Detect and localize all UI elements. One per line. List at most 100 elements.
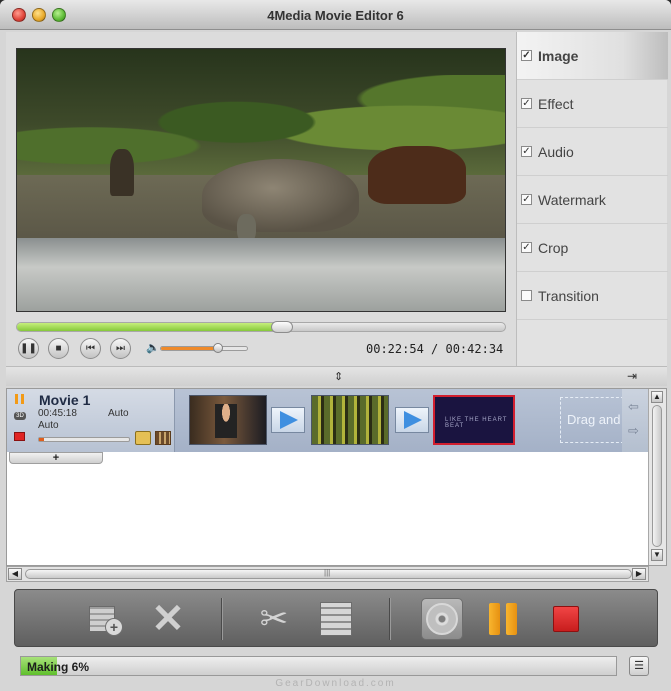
tab-transition-checkbox[interactable] [521,290,532,301]
clip-thumbnail[interactable] [189,395,267,445]
next-frame-button[interactable]: ⏭ [110,338,131,359]
scroll-down-arrow[interactable]: ▼ [651,549,663,561]
movie-timeline: 3D Movie 1 00:45:18 Auto Auto + LIKE THE… [6,388,667,566]
tab-label: Transition [538,287,599,304]
transition-arrow-icon[interactable] [271,407,305,433]
clip-strip: LIKE THE HEART BEAT Drag and [175,389,624,452]
horizontal-scrollbar[interactable]: ◀ ||| ▶ [6,566,649,582]
previous-icon: ⏮ [86,343,95,354]
status-text: Making 6% [27,660,90,674]
playback-progress-slider[interactable] [16,321,506,333]
film-reel-icon [426,603,458,635]
scroll-grip-icon: ||| [324,568,331,577]
drag-drop-zone[interactable]: Drag and [560,397,624,443]
next-icon: ⏭ [116,343,125,354]
volume-icon[interactable]: 🔈 [146,341,160,355]
add-movie-button[interactable]: + [9,452,103,464]
video-frame-rock [202,159,359,233]
settings-tab-panel: ✓ Image ✓ Effect ✓ Audio ✓ Watermark ✓ C… [516,32,668,366]
movie-stop-icon[interactable] [14,432,25,441]
transition-arrow-icon[interactable] [395,407,429,433]
vertical-scrollbar[interactable]: ▲ ▼ [648,389,666,565]
tab-image[interactable]: ✓ Image [517,32,668,80]
arrow-right-icon[interactable]: ⇨ [628,423,639,439]
vertical-scroll-thumb[interactable] [652,405,662,547]
movie-progress-fill [39,438,44,441]
video-frame-person [109,148,135,196]
movie-progress-bar [38,437,130,442]
panel-splitter[interactable]: ⇕ ⇥ [6,366,667,386]
preview-panel: ❚❚ ■ ⏮ ⏭ 🔈 00:22:54 / 00:42:34 [6,32,516,366]
previous-frame-button[interactable]: ⏮ [80,338,101,359]
pause-button[interactable]: ❚❚ [18,338,39,359]
tab-label: Effect [538,95,574,112]
film-settings-icon[interactable] [155,431,171,445]
stop-button[interactable]: ■ [48,338,69,359]
tab-label: Audio [538,143,574,160]
tab-image-checkbox[interactable]: ✓ [521,50,532,61]
movie-duration: 00:45:18 [38,408,77,419]
movie-title: Movie 1 [39,392,91,408]
movie-quality-setting: Auto [38,420,59,431]
scroll-right-arrow[interactable]: ▶ [632,568,646,580]
volume-slider[interactable] [160,343,248,353]
arrow-left-icon[interactable]: ⇦ [628,399,639,415]
clip-title-card-text: LIKE THE HEART BEAT [445,417,508,429]
scroll-up-arrow[interactable]: ▲ [651,391,663,403]
tab-crop-checkbox[interactable]: ✓ [521,242,532,253]
clip-nav-arrows: ⇦ ⇨ [622,389,648,452]
stop-icon [553,606,579,632]
movie-info-header[interactable]: 3D Movie 1 00:45:18 Auto Auto [7,389,175,452]
tab-audio-checkbox[interactable]: ✓ [521,146,532,157]
total-time: 00:42:34 [445,342,504,356]
add-video-icon: + [89,602,123,636]
remove-button[interactable]: ✕ [147,598,189,640]
clip-thumbnail[interactable] [311,395,389,445]
scroll-left-arrow[interactable]: ◀ [8,568,22,580]
stop-icon: ■ [55,343,62,354]
main-toolbar: + ✕ ✂ [14,589,658,647]
watermark-text: GearDownload.com [275,678,396,689]
video-preview[interactable] [16,48,506,312]
folder-icon[interactable] [135,431,151,445]
add-video-button[interactable]: + [85,598,127,640]
video-frame-horse [368,145,466,204]
convert-button[interactable] [421,598,463,640]
current-time: 00:22:54 [366,342,424,356]
stop-convert-button[interactable] [545,598,587,640]
pause-convert-button[interactable] [483,598,525,640]
tab-watermark[interactable]: ✓ Watermark [517,176,668,224]
app-window: 4Media Movie Editor 6 ❚❚ ■ ⏮ ⏭ 🔈 00:22:5… [0,0,671,691]
playback-progress-fill [17,323,281,331]
log-icon[interactable]: ☰ [629,656,649,676]
resize-handle-icon[interactable]: ⇕ [334,370,343,383]
movie-pause-icon[interactable] [15,394,25,404]
tab-label: Crop [538,239,569,256]
movie-3d-icon[interactable]: 3D [14,412,26,420]
tab-label: Image [538,47,579,64]
tab-effect[interactable]: ✓ Effect [517,80,668,128]
clip-thumbnail-selected[interactable]: LIKE THE HEART BEAT [433,395,515,445]
toolbar-divider [221,598,222,640]
delete-icon: ✕ [151,597,185,641]
title-bar: 4Media Movie Editor 6 [0,0,671,30]
movie-size-setting: Auto [108,408,129,419]
clip-button[interactable]: ✂ [253,598,295,640]
playback-progress-thumb[interactable] [270,321,293,333]
timecode-display: 00:22:54 / 00:42:34 [366,342,504,356]
scissors-icon: ✂ [259,600,289,638]
edit-film-icon [320,602,352,636]
window-title: 4Media Movie Editor 6 [267,8,404,23]
expand-preview-icon[interactable]: ⇥ [627,369,645,383]
tab-crop[interactable]: ✓ Crop [517,224,668,272]
pause-icon: ❚❚ [20,343,37,354]
tab-transition[interactable]: Transition [517,272,668,320]
volume-fill [161,347,217,350]
tab-effect-checkbox[interactable]: ✓ [521,98,532,109]
edit-button[interactable] [315,598,357,640]
tab-audio[interactable]: ✓ Audio [517,128,668,176]
volume-thumb[interactable] [213,343,224,353]
toolbar-divider [389,598,390,640]
conversion-progress-bar: Making 6% [20,656,617,676]
tab-watermark-checkbox[interactable]: ✓ [521,194,532,205]
